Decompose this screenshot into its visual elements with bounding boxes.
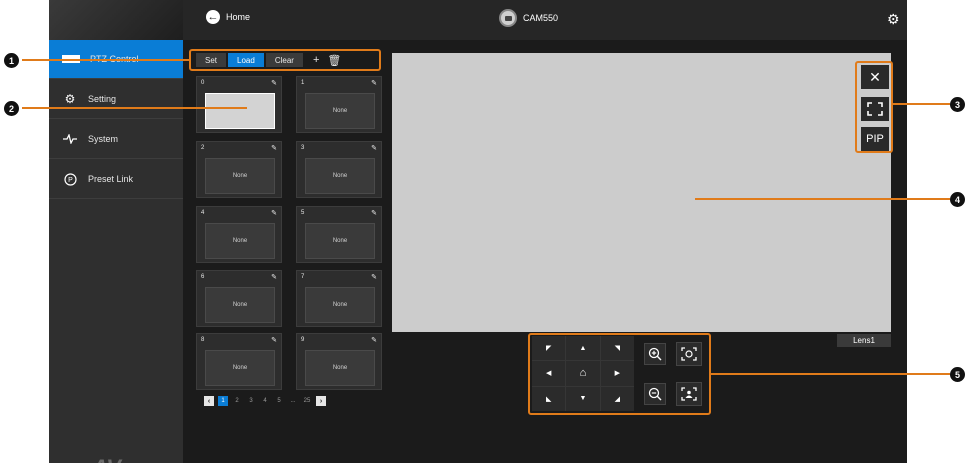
sidebar-item-preset-link[interactable]: P Preset Link	[49, 160, 183, 199]
callout-number-5: 5	[950, 367, 965, 382]
sidebar-item-label: System	[88, 134, 119, 144]
camera-icon	[499, 9, 517, 27]
device-title: CAM550	[499, 9, 558, 27]
callout-number-4: 4	[950, 192, 965, 207]
preset-slot[interactable]: 4 ✎ None	[196, 206, 282, 263]
callout-number-3: 3	[950, 97, 965, 112]
back-arrow-icon: ←	[206, 10, 220, 24]
preset-thumbnail: None	[205, 158, 275, 194]
edit-pencil-icon[interactable]: ✎	[271, 209, 277, 217]
preset-slot[interactable]: 2 ✎ None	[196, 141, 282, 198]
callout-line-5	[711, 373, 950, 375]
callout-box-5	[528, 333, 711, 415]
preset-number: 8	[201, 337, 205, 343]
edit-pencil-icon[interactable]: ✎	[271, 273, 277, 281]
brand-logo: AVer	[92, 455, 141, 463]
page-ellipsis: ...	[290, 398, 296, 404]
home-link[interactable]: ← Home	[206, 10, 250, 24]
preset-thumbnail: None	[305, 223, 375, 259]
callout-box-3	[855, 61, 893, 153]
page-link[interactable]: 4	[260, 396, 270, 406]
callout-line-3	[893, 103, 950, 105]
callout-number-1: 1	[4, 53, 19, 68]
preset-thumbnail	[205, 93, 275, 129]
page-link[interactable]: 3	[246, 396, 256, 406]
preset-thumbnail: None	[305, 350, 375, 386]
home-label: Home	[226, 12, 251, 22]
svg-text:P: P	[68, 177, 73, 184]
page-link[interactable]: 5	[274, 396, 284, 406]
callout-line-4	[695, 198, 950, 200]
preset-slot[interactable]: 7 ✎ None	[296, 270, 382, 327]
settings-gear-icon[interactable]: ⚙	[887, 12, 900, 26]
callout-line-1	[22, 59, 190, 61]
preset-number: 6	[201, 274, 205, 280]
next-page-icon[interactable]: ›	[316, 396, 326, 406]
preset-slot[interactable]: 0 ✎	[196, 76, 282, 133]
edit-pencil-icon[interactable]: ✎	[371, 336, 377, 344]
preset-thumbnail: None	[205, 350, 275, 386]
pagination: ‹ 1 2 3 4 5 ... 25 ›	[204, 396, 330, 406]
preset-slot[interactable]: 1 ✎ None	[296, 76, 382, 133]
preset-number: 2	[201, 145, 205, 151]
lens-label[interactable]: Lens1	[837, 334, 891, 347]
preset-number: 4	[201, 210, 205, 216]
preset-slot[interactable]: 8 ✎ None	[196, 333, 282, 390]
preset-thumbnail: None	[305, 287, 375, 323]
preset-thumbnail: None	[305, 158, 375, 194]
device-name: CAM550	[523, 13, 559, 23]
page-link[interactable]: 25	[302, 396, 312, 406]
preset-thumbnail: None	[305, 93, 375, 129]
preset-number: 9	[301, 337, 305, 343]
callout-number-2: 2	[4, 101, 19, 116]
preset-slot[interactable]: 5 ✎ None	[296, 206, 382, 263]
preset-number: 7	[301, 274, 305, 280]
edit-pencil-icon[interactable]: ✎	[371, 273, 377, 281]
sidebar-item-system[interactable]: System	[49, 120, 183, 159]
preset-slot[interactable]: 9 ✎ None	[296, 333, 382, 390]
edit-pencil-icon[interactable]: ✎	[271, 336, 277, 344]
preset-slot[interactable]: 3 ✎ None	[296, 141, 382, 198]
page-link[interactable]: 2	[232, 396, 242, 406]
pulse-icon	[62, 131, 78, 147]
page-link[interactable]: 1	[218, 396, 228, 406]
sidebar-item-setting[interactable]: ⚙ Setting	[49, 80, 183, 119]
edit-pencil-icon[interactable]: ✎	[371, 79, 377, 87]
edit-pencil-icon[interactable]: ✎	[271, 79, 277, 87]
preset-number: 1	[301, 80, 305, 86]
sidebar-item-label: Preset Link	[88, 174, 134, 184]
edit-pencil-icon[interactable]: ✎	[271, 144, 277, 152]
callout-line-2	[22, 107, 247, 109]
sidebar-item-label: Setting	[88, 94, 117, 104]
edit-pencil-icon[interactable]: ✎	[371, 144, 377, 152]
app-window: ← Home CAM550 ⚙ PTZ Control ⚙ Setting Sy…	[49, 0, 907, 463]
preset-slot[interactable]: 6 ✎ None	[196, 270, 282, 327]
preset-number: 3	[301, 145, 305, 151]
gear-icon: ⚙	[64, 92, 76, 106]
preset-thumbnail: None	[205, 223, 275, 259]
sidebar-header	[49, 0, 183, 40]
prev-page-icon[interactable]: ‹	[204, 396, 214, 406]
preset-thumbnail: None	[205, 287, 275, 323]
video-preview[interactable]	[392, 53, 891, 332]
preset-link-icon: P	[62, 171, 78, 187]
preset-number: 5	[301, 210, 305, 216]
callout-box-1	[189, 49, 381, 71]
preset-number: 0	[201, 80, 205, 86]
edit-pencil-icon[interactable]: ✎	[371, 209, 377, 217]
sidebar: PTZ Control ⚙ Setting System P Preset Li…	[49, 40, 183, 463]
